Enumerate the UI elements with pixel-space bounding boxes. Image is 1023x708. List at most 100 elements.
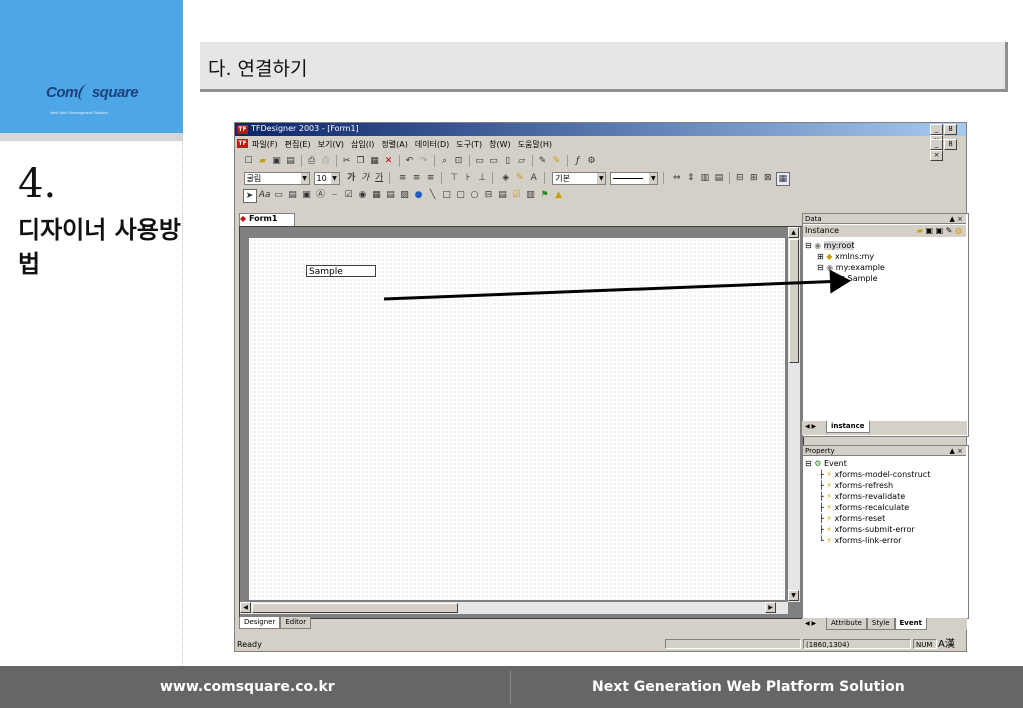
instance-tool-icons[interactable]: ▰ ▣ ▣ ✎ ◍ [917, 225, 962, 237]
vertical-scroll-thumb[interactable] [789, 239, 799, 363]
menu-help[interactable]: 도움말(H) [518, 139, 552, 150]
minimize-button[interactable]: _ [930, 124, 943, 135]
settings-icon[interactable]: ⚙ [586, 155, 598, 167]
ime-indicator[interactable]: A漢 [938, 638, 955, 651]
menu-edit[interactable]: 편집(E) [285, 139, 311, 150]
title-bar[interactable]: TF TFDesigner 2003 - [Form1] _8× [235, 123, 966, 146]
prop-tab-scroll-arrows[interactable]: ◀ ▶ [805, 620, 816, 627]
valign-top-icon[interactable]: ⊤ [448, 172, 460, 184]
preview-icon[interactable]: ⎙ [320, 155, 332, 167]
vertical-scrollbar[interactable]: ▲ ▼ [788, 227, 800, 602]
globe-tool-icon[interactable]: ● [413, 189, 425, 201]
same-size-icon[interactable]: ▥ [699, 172, 711, 184]
event-root[interactable]: ⊟ ⚙ Event [805, 458, 930, 469]
form-canvas[interactable]: Sample [249, 238, 785, 600]
doc-restore-button[interactable]: 8 [944, 139, 957, 150]
order-icon[interactable]: ⊠ [762, 172, 774, 184]
chart-tool-icon[interactable]: ▲ [553, 189, 565, 201]
group-tool-icon[interactable]: ⊟ [483, 189, 495, 201]
menu-insert[interactable]: 삽입(I) [351, 139, 374, 150]
view3-icon[interactable]: ▯ [502, 155, 514, 167]
label-tool-icon[interactable]: Aa [259, 189, 271, 201]
event-item[interactable]: ├ ⚡ xforms-refresh [805, 480, 930, 491]
tab-designer[interactable]: Designer [239, 617, 281, 629]
event-item[interactable]: ├ ⚡ xforms-revalidate [805, 491, 930, 502]
image-tool-icon[interactable]: ▨ [399, 189, 411, 201]
fill-color-icon[interactable]: ◈ [500, 172, 512, 184]
save-icon[interactable]: ▣ [271, 155, 283, 167]
menu-file[interactable]: 파일(F) [252, 139, 278, 150]
horizontal-scrollbar[interactable]: ◀ ▶ [240, 602, 788, 614]
undo-icon[interactable]: ↶ [404, 155, 416, 167]
doc-minimize-button[interactable]: _ [930, 139, 943, 150]
sample-input-control[interactable]: Sample [306, 265, 376, 277]
font-name-combo[interactable]: 굴림 ▼ [243, 172, 310, 185]
textarea-tool-icon[interactable]: ▤ [287, 189, 299, 201]
view4-icon[interactable]: ▱ [516, 155, 528, 167]
check-tool-icon[interactable]: ☑ [511, 189, 523, 201]
paste-icon[interactable]: ▦ [369, 155, 381, 167]
tree-node-xmlns[interactable]: ⊞ ◆ xmlns:my [805, 251, 885, 262]
find-icon[interactable]: ⌕ [439, 155, 451, 167]
tab-instance[interactable]: instance [826, 421, 870, 433]
print-icon[interactable]: ⎙ [306, 155, 318, 167]
same-height-icon[interactable]: ▤ [713, 172, 725, 184]
valign-middle-icon[interactable]: ⊦ [462, 172, 474, 184]
rect-tool-icon[interactable]: □ [441, 189, 453, 201]
scroll-up-arrow[interactable]: ▲ [788, 227, 799, 238]
space-vertical-icon[interactable]: ⇕ [685, 172, 697, 184]
line-width-combo[interactable]: ▼ [610, 172, 659, 185]
align-left-icon[interactable]: ≡ [397, 172, 409, 184]
underline-button[interactable]: 가 [373, 172, 385, 184]
tree-node-sample[interactable]: └ ≣ Sample [805, 273, 885, 284]
line-style-combo[interactable]: 기본 ▼ [552, 172, 607, 185]
maximize-button[interactable]: 8 [944, 124, 957, 135]
property-pin-close-icon[interactable]: ▲ × [950, 446, 963, 456]
grid-icon[interactable]: ▦ [775, 172, 790, 186]
checkbox-tool-icon[interactable]: ☑ [343, 189, 355, 201]
diagonal-tool-icon[interactable]: ╲ [427, 189, 439, 201]
center-h-icon[interactable]: ⊟ [734, 172, 746, 184]
roundrect-tool-icon[interactable]: ▢ [455, 189, 467, 201]
output-tool-icon[interactable]: Ⓐ [315, 189, 327, 201]
view1-icon[interactable]: ▭ [474, 155, 486, 167]
select-tool-icon[interactable]: ▦ [371, 189, 383, 201]
menu-data[interactable]: 데이터(D) [415, 139, 449, 150]
event-item[interactable]: ├ ⚡ xforms-model-construct [805, 469, 930, 480]
pen-icon[interactable]: ✎ [537, 155, 549, 167]
copy-icon[interactable]: ❐ [355, 155, 367, 167]
delete-icon[interactable]: ✕ [383, 155, 395, 167]
secret-tool-icon[interactable]: ▣ [301, 189, 313, 201]
tree-node-example[interactable]: ⊟ ◉ my:example [805, 262, 885, 273]
event-item[interactable]: └ ⚡ xforms-link-error [805, 535, 930, 546]
ellipse-tool-icon[interactable]: ○ [469, 189, 481, 201]
tab-scroll-arrows[interactable]: ◀ ▶ [805, 423, 816, 430]
new-icon[interactable]: ☐ [243, 155, 255, 167]
open-icon[interactable]: ▰ [257, 155, 269, 167]
italic-button[interactable]: 가 [359, 172, 371, 184]
menu-align[interactable]: 정렬(A) [381, 139, 407, 150]
tab-event[interactable]: Event [894, 618, 927, 630]
view2-icon[interactable]: ▭ [488, 155, 500, 167]
menu-view[interactable]: 보기(V) [318, 139, 344, 150]
cut-icon[interactable]: ✂ [341, 155, 353, 167]
fx-icon[interactable]: ƒ [572, 155, 584, 167]
tree-node-root[interactable]: ⊟ ◉ my:root [805, 240, 885, 251]
font-size-combo[interactable]: 10 ▼ [313, 172, 340, 185]
grid-tool-icon[interactable]: ▥ [525, 189, 537, 201]
menu-window[interactable]: 창(W) [489, 139, 511, 150]
radio-tool-icon[interactable]: ◉ [357, 189, 369, 201]
space-horizontal-icon[interactable]: ⇔ [671, 172, 683, 184]
font-color-icon[interactable]: A [528, 172, 540, 184]
center-v-icon[interactable]: ⊞ [748, 172, 760, 184]
pointer-tool-icon[interactable]: ➤ [242, 189, 257, 203]
tab-form1[interactable]: ◆ Form1 [239, 213, 295, 226]
event-item[interactable]: ├ ⚡ xforms-reset [805, 513, 930, 524]
event-item[interactable]: ├ ⚡ xforms-submit-error [805, 524, 930, 535]
line-tool-icon[interactable]: ⎯ [329, 189, 341, 201]
zoom-icon[interactable]: ⊡ [453, 155, 465, 167]
horizontal-scroll-thumb[interactable] [252, 603, 458, 613]
combo-tool-icon[interactable]: ▤ [385, 189, 397, 201]
pen2-icon[interactable]: ✎ [551, 155, 563, 167]
tab-style[interactable]: Style [866, 618, 895, 630]
